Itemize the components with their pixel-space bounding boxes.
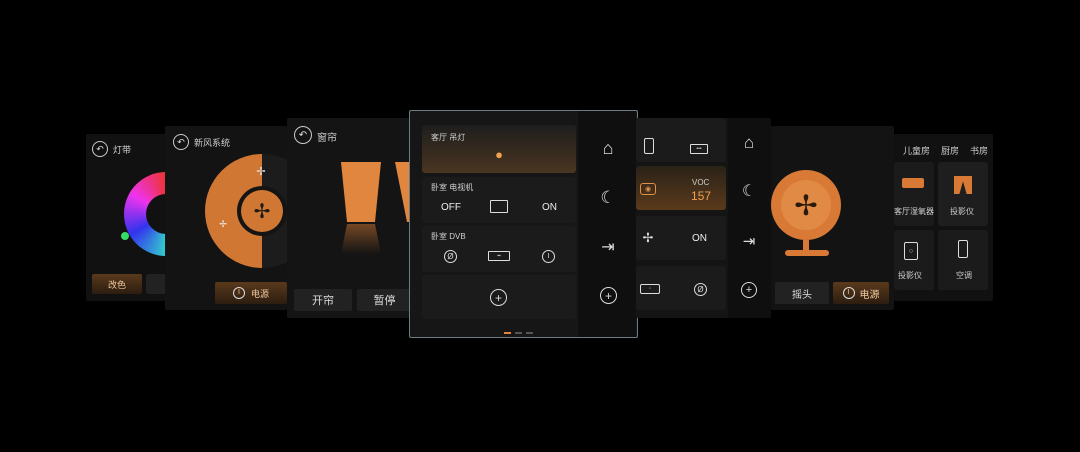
- device-tile[interactable]: 空调: [938, 230, 988, 290]
- add-icon[interactable]: +: [600, 287, 617, 304]
- tv-row: 卧室 电视机 OFF ON: [422, 177, 576, 223]
- voc-value: 157: [691, 189, 712, 203]
- page-indicator: [654, 310, 687, 318]
- sensor-icon: ◉: [640, 183, 656, 195]
- voc-row: ◉ VOC 157: [636, 166, 726, 210]
- change-color-button[interactable]: 改色: [92, 274, 142, 294]
- row-label: 卧室 DVB: [431, 232, 466, 241]
- device-tile[interactable]: 客厅湿氧器: [894, 162, 934, 226]
- remote-icon[interactable]: •••: [690, 144, 708, 154]
- door-lock-icon: [958, 240, 968, 258]
- sensor-panel: ••• ◉ VOC 157 ✢ ON ◦ Ø ⌂ ☾ ⇥ +: [636, 118, 771, 318]
- page-indicator: [502, 321, 535, 337]
- side-nav: ⌂ ☾ ⇥ +: [728, 118, 771, 318]
- projector-row: ◦ Ø: [636, 266, 726, 310]
- power-label: 电源: [859, 289, 880, 301]
- device-label: 投影仪: [898, 271, 922, 280]
- power-label: 电源: [250, 288, 269, 299]
- tv-icon[interactable]: [490, 200, 508, 213]
- exit-icon[interactable]: ⇥: [740, 232, 758, 250]
- side-nav: ⌂ ☾ ⇥ +: [578, 111, 636, 337]
- back-icon[interactable]: ↶: [294, 126, 312, 144]
- fan-on-button[interactable]: ON: [692, 233, 707, 244]
- curtain-left-reflection: [341, 224, 381, 254]
- rooms-panel: 儿童房 厨房 书房 客厅湿氧器 投影仪 ○ 投影仪 空调: [894, 134, 993, 301]
- light-row[interactable]: 客厅 吊灯 ●: [422, 125, 576, 173]
- row-label: 客厅 吊灯: [431, 133, 466, 142]
- back-icon[interactable]: ↶: [92, 141, 108, 157]
- tab-kitchen[interactable]: 厨房: [941, 144, 959, 157]
- projector-icon[interactable]: ◦: [640, 284, 660, 294]
- device-label: 客厅湿氧器: [894, 207, 934, 216]
- exit-icon[interactable]: ⇥: [599, 238, 617, 256]
- power-button[interactable]: I 电源: [833, 282, 889, 304]
- swing-button[interactable]: 摇头: [775, 282, 829, 304]
- fresh-air-panel: ↶ 新风系统 ✢ ✢ ✢ I 电源: [165, 126, 287, 310]
- humidifier-icon: [902, 178, 924, 188]
- fan-panel: ✢ 摇头 I 电源: [771, 126, 894, 310]
- curtain-panel: ↶ 窗帘 开帘 暂停: [287, 118, 412, 318]
- moon-icon[interactable]: ☾: [599, 188, 617, 207]
- bulb-icon[interactable]: ●: [492, 147, 506, 162]
- row-label: 卧室 电视机: [431, 183, 474, 192]
- back-icon[interactable]: ↶: [173, 134, 189, 150]
- home-icon[interactable]: ⌂: [740, 133, 758, 152]
- page-title: 窗帘: [317, 133, 337, 144]
- power-icon: I: [232, 287, 245, 299]
- curtain-icon: [954, 176, 972, 194]
- tv-off-button[interactable]: OFF: [441, 202, 461, 213]
- curtain-left-icon: [341, 162, 381, 222]
- add-icon[interactable]: +: [741, 282, 757, 298]
- speaker-icon: ○: [904, 242, 918, 260]
- light-strip-panel: ↶ 灯带 改色: [86, 134, 176, 301]
- power-icon[interactable]: I: [542, 250, 555, 263]
- add-row[interactable]: +: [422, 275, 576, 319]
- door-lock-icon[interactable]: [644, 138, 654, 154]
- open-curtain-button[interactable]: 开帘: [294, 289, 352, 311]
- home-icon[interactable]: ⌂: [599, 138, 617, 158]
- tv-on-button[interactable]: ON: [542, 202, 557, 213]
- mute-icon[interactable]: Ø: [694, 283, 707, 296]
- fan-blade-icon: ✢: [781, 180, 831, 230]
- sensor-row-1[interactable]: •••: [636, 118, 726, 162]
- page-title: 灯带: [113, 145, 132, 155]
- device-tile[interactable]: 投影仪: [938, 162, 988, 226]
- pause-button[interactable]: 暂停: [357, 289, 412, 311]
- color-picker-handle[interactable]: [121, 232, 129, 240]
- mute-icon[interactable]: Ø: [444, 250, 457, 263]
- fan-low-icon[interactable]: ✢: [217, 218, 229, 230]
- fan-icon[interactable]: ✢: [641, 230, 655, 245]
- fan-row: ✢ ON: [636, 216, 726, 260]
- fan-high-icon[interactable]: ✢: [254, 164, 268, 178]
- main-control-panel: 客厅 吊灯 ● 卧室 电视机 OFF ON 卧室 DVB Ø ▪▪ I + ⌂ …: [409, 110, 638, 338]
- dvb-row: 卧室 DVB Ø ▪▪ I: [422, 226, 576, 272]
- power-icon: I: [842, 287, 855, 299]
- dvb-box-icon[interactable]: ▪▪: [488, 251, 510, 261]
- device-tile[interactable]: ○ 投影仪: [894, 230, 934, 290]
- page-title: 新风系统: [194, 138, 231, 148]
- power-button[interactable]: I 电源: [215, 282, 287, 304]
- add-icon[interactable]: +: [490, 289, 507, 306]
- fan-icon: ✢: [241, 190, 283, 232]
- fan-base: [785, 250, 829, 256]
- device-label: 空调: [956, 271, 972, 280]
- page-indicator: [898, 294, 931, 301]
- device-label: 投影仪: [950, 207, 974, 216]
- moon-icon[interactable]: ☾: [740, 182, 758, 200]
- voc-label: VOC: [692, 178, 710, 187]
- tab-children-room[interactable]: 儿童房: [903, 144, 930, 157]
- tab-study[interactable]: 书房: [970, 144, 988, 157]
